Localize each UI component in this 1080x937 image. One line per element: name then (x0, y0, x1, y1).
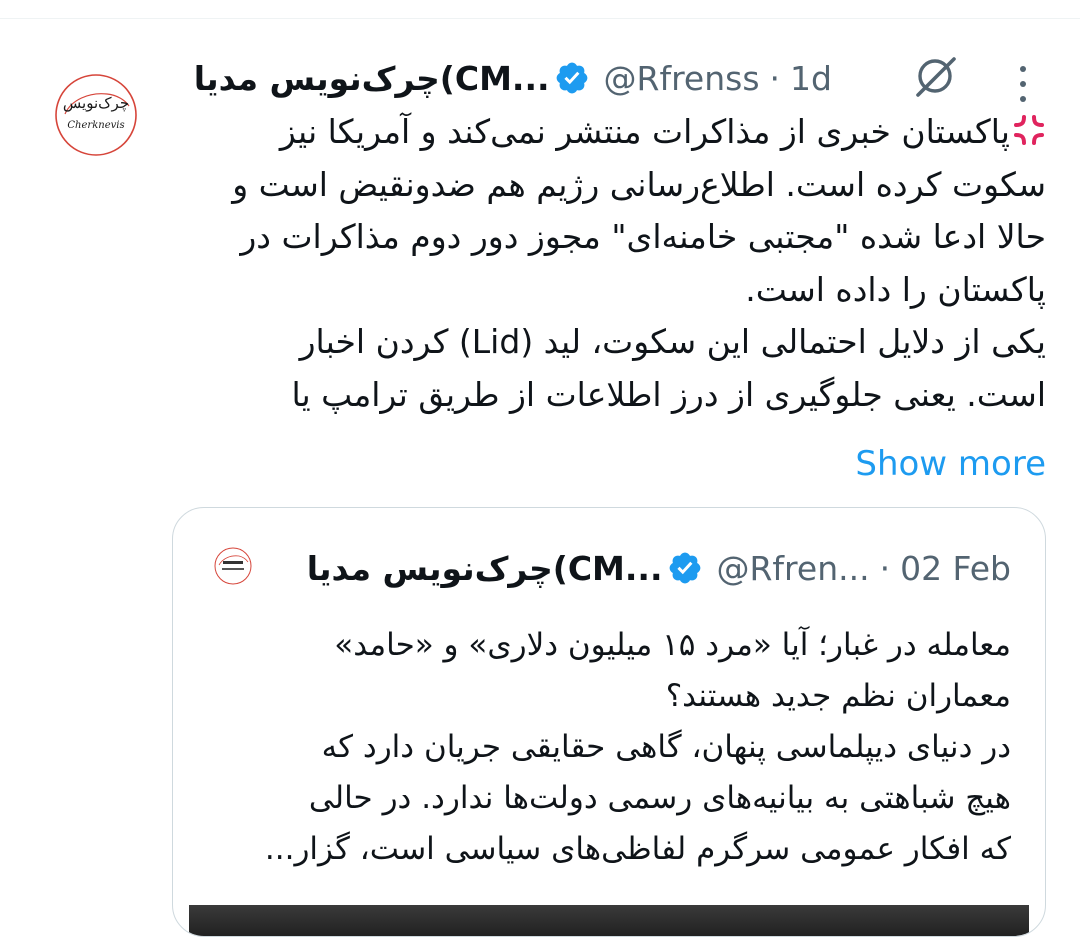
quoted-verified-badge-icon (667, 550, 703, 586)
tweet-text-line-5: یکی از دلایل احتمالی این سکوت، لید (Lid)… (299, 322, 1046, 361)
tweet-text-line-1: پاکستان خبری از مذاکرات منتشر نمی‌کند و … (180, 106, 1046, 159)
show-more-link[interactable]: Show more (855, 438, 1046, 490)
quoted-timestamp: 02 Feb (900, 548, 1011, 588)
quoted-text-line-4: هیچ شباهتی به بیانیه‌های رسمی دولت‌ها ند… (308, 780, 1011, 816)
tweet-text-line-2: سکوت کرده است. اطلاع‌رسانی رژیم هم ضدونق… (232, 164, 1046, 204)
more-vertical-icon[interactable] (1014, 62, 1032, 106)
verified-badge-icon (554, 60, 590, 96)
tweet-text-line-3: حالا ادعا شده "مجتبی خامنه‌ای" مجوز دور … (240, 217, 1046, 256)
quoted-handle: @Rfren... (716, 548, 870, 588)
cherknevis-logo-small-icon (214, 547, 252, 585)
grok-icon[interactable] (910, 53, 960, 99)
quoted-tweet-card[interactable]: چرک‌نویس مدیا(CM... @Rfren... · 02 Feb م… (172, 507, 1046, 937)
quoted-text-line-2: معماران نظم جدید هستند؟ (665, 678, 1011, 714)
tweet-text-line-6: است. یعنی جلوگیری از درز اطلاعات از طریق… (291, 374, 1046, 414)
quoted-text-line-3: در دنیای دیپلماسی پنهان، گاهی حقایقی جری… (321, 729, 1011, 765)
tweet-text-line-4: پاکستان را داده است. (745, 269, 1046, 309)
handle[interactable]: @Rfrenss (604, 59, 760, 98)
quoted-separator-dot: · (879, 548, 891, 588)
timestamp[interactable]: 1d (790, 59, 832, 98)
separator-dot: · (769, 58, 781, 98)
quoted-text-line-5: که افکار عمومی سرگرم لفاظی‌های سیاسی است… (264, 831, 1011, 867)
avatar[interactable]: چرک‌نویس Cherknevis (51, 70, 141, 160)
logo-text-bottom: Cherknevis (67, 120, 124, 131)
divider (0, 18, 1080, 19)
quoted-avatar[interactable] (213, 546, 253, 586)
quoted-text-line-1: معامله در غبار؛ آیا «مرد ۱۵ میلیون دلاری… (334, 627, 1011, 663)
quoted-tweet-text: معامله در غبار؛ آیا «مرد ۱۵ میلیون دلاری… (193, 620, 1011, 875)
anger-symbol-emoji-icon (1012, 110, 1046, 145)
cherknevis-logo-icon: چرک‌نویس Cherknevis (55, 74, 137, 156)
display-name[interactable]: چرک‌نویس مدیا(CM... (194, 59, 550, 98)
quoted-media-image[interactable] (189, 905, 1029, 936)
quoted-display-name: چرک‌نویس مدیا(CM... (306, 548, 663, 588)
quoted-tweet-header: چرک‌نویس مدیا(CM... @Rfren... · 02 Feb (307, 542, 1011, 594)
tweet-header: چرک‌نویس مدیا(CM... @Rfrenss · 1d (194, 50, 832, 106)
tweet-text-line-1-text: پاکستان خبری از مذاکرات منتشر نمی‌کند و … (279, 112, 1010, 151)
logo-text-top: چرک‌نویس (63, 94, 129, 112)
tweet-text: پاکستان خبری از مذاکرات منتشر نمی‌کند و … (180, 106, 1046, 421)
